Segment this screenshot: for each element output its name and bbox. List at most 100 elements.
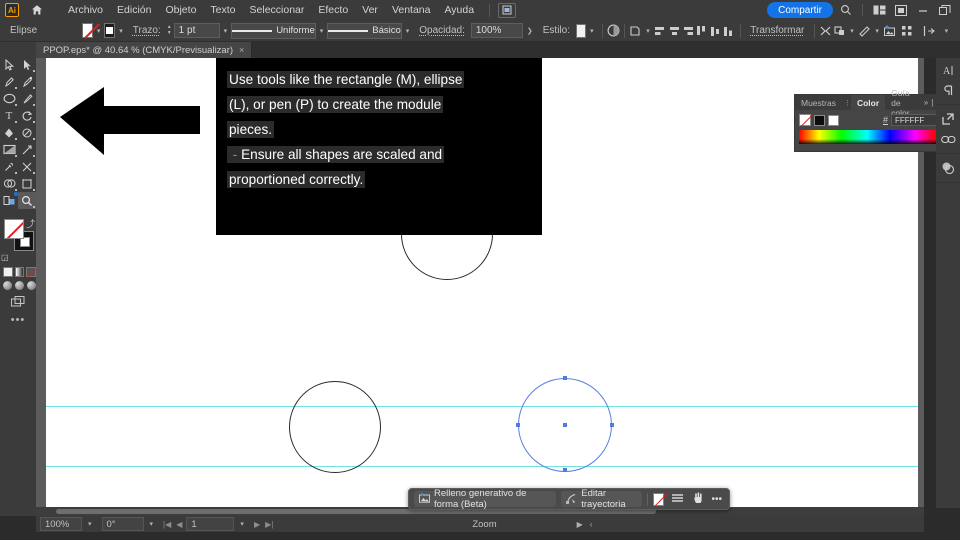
stroke-weight-caret-icon[interactable]: ▾ — [220, 27, 232, 35]
align-top-icon[interactable] — [695, 22, 709, 40]
edit-toolbar-icon[interactable]: ••• — [0, 307, 36, 326]
style-caret-icon[interactable]: ▾ — [586, 27, 598, 35]
swap-fill-stroke-icon[interactable]: ⤴ — [26, 217, 35, 230]
menu-edicion[interactable]: Edición — [110, 2, 158, 18]
align-center-horizontal-icon[interactable] — [667, 22, 681, 40]
character-panel-icon[interactable]: A — [936, 60, 960, 80]
blend-tool[interactable] — [18, 158, 36, 175]
search-icon[interactable] — [837, 2, 855, 18]
hand-icon[interactable] — [691, 491, 705, 507]
circle-right-selected[interactable] — [516, 376, 614, 472]
anchor-top[interactable] — [563, 376, 567, 380]
previous-artboard-icon[interactable]: ◀ — [176, 520, 182, 529]
stroke-weight-label[interactable]: Trazo: — [127, 25, 167, 36]
rotation-caret-icon[interactable]: ▾ — [144, 520, 160, 528]
close-icon[interactable]: × — [239, 45, 244, 55]
color-mode-gradient-icon[interactable] — [14, 267, 25, 277]
fill-swatch-none[interactable] — [4, 219, 24, 239]
pen-tool[interactable] — [0, 73, 18, 90]
make-mask-icon[interactable] — [858, 22, 872, 40]
opacity-label[interactable]: Opacidad: — [413, 25, 471, 36]
align-right-icon[interactable] — [681, 22, 695, 40]
menu-ver[interactable]: Ver — [355, 2, 385, 18]
more-options-icon[interactable]: ••• — [710, 494, 725, 505]
type-tool[interactable]: T — [0, 107, 18, 124]
links-panel-icon[interactable] — [936, 129, 960, 149]
fill-swatch-none-icon[interactable] — [652, 492, 664, 506]
asset-export-panel-icon[interactable] — [936, 109, 960, 129]
generative-fill-button[interactable]: Relleno generativo de forma (Beta) — [414, 488, 557, 510]
align-bottom-icon[interactable] — [722, 22, 736, 40]
menu-seleccionar[interactable]: Seleccionar — [243, 2, 312, 18]
tab-guia-de-color[interactable]: Guía de color — [885, 88, 924, 118]
artboard-number-field[interactable]: 1 — [186, 517, 235, 531]
direct-selection-tool[interactable] — [18, 56, 36, 73]
zoom-tool[interactable] — [18, 192, 36, 209]
default-fill-stroke-icon[interactable]: ◲ — [1, 253, 9, 262]
status-resize-grip[interactable]: ‹ — [590, 520, 593, 529]
zoom-level-field[interactable]: 100% — [40, 517, 82, 531]
gradient-tool[interactable] — [0, 124, 18, 141]
distribute-caret-icon[interactable]: ▾ — [941, 27, 953, 35]
mask-caret-icon[interactable]: ▾ — [871, 27, 883, 35]
generative-fill-icon[interactable] — [883, 22, 897, 40]
selection-tool[interactable] — [0, 56, 18, 73]
stroke-weight-field[interactable]: 1 pt — [173, 23, 220, 38]
distribute-spacing-icon[interactable] — [919, 22, 939, 40]
shape-builder-tool[interactable] — [0, 175, 18, 192]
isolate-caret-icon[interactable]: ▾ — [846, 27, 858, 35]
brush-definition-combo[interactable]: Básico — [327, 22, 402, 39]
scale-tool[interactable] — [18, 141, 36, 158]
document-tab[interactable]: PPOP.eps* @ 40.64 % (CMYK/Previsualizar)… — [36, 42, 253, 58]
color-swatch-black[interactable] — [814, 114, 825, 126]
stroke-dropdown-caret-icon[interactable]: ▾ — [115, 27, 127, 35]
fill-color-swatch[interactable] — [82, 23, 93, 38]
rectangle-tool[interactable] — [0, 141, 18, 158]
document-setup-icon[interactable] — [498, 2, 517, 18]
hex-input[interactable]: FFFFFF — [891, 114, 941, 126]
appearance-panel-icon[interactable] — [936, 158, 960, 178]
select-similar-icon[interactable] — [629, 22, 643, 40]
color-spectrum-ramp[interactable] — [799, 130, 941, 144]
workspace-switcher-icon[interactable] — [870, 2, 888, 18]
eyedropper-group-icon[interactable] — [18, 124, 36, 141]
last-artboard-icon[interactable]: ▶| — [265, 520, 273, 529]
artboard-tool[interactable] — [18, 175, 36, 192]
isolate-group-icon[interactable] — [833, 22, 847, 40]
brush-caret-icon[interactable]: ▾ — [402, 27, 414, 35]
opacity-flyout-icon[interactable]: ❯ — [523, 27, 537, 35]
curvature-tool[interactable] — [18, 73, 36, 90]
menu-efecto[interactable]: Efecto — [311, 2, 355, 18]
stroke-profile-caret-icon[interactable]: ▾ — [316, 27, 328, 35]
menu-archivo[interactable]: Archivo — [61, 2, 110, 18]
eyedropper-tool[interactable] — [0, 158, 18, 175]
restore-icon[interactable] — [936, 2, 954, 18]
align-center-vertical-icon[interactable] — [708, 22, 722, 40]
tab-muestras[interactable]: Muestras — [795, 95, 842, 110]
color-mode-none-icon[interactable] — [26, 267, 37, 277]
snap-to-grid-icon[interactable] — [897, 22, 917, 40]
select-similar-caret-icon[interactable]: ▾ — [642, 27, 654, 35]
panel-drag-handle[interactable]: ⋮ — [844, 99, 851, 107]
color-swatch-none[interactable] — [799, 114, 811, 126]
anchor-bottom[interactable] — [563, 468, 567, 472]
align-left-icon[interactable] — [654, 22, 668, 40]
color-swatch-white[interactable] — [828, 114, 839, 126]
tab-color[interactable]: Color — [850, 95, 886, 110]
stroke-lines-icon[interactable] — [669, 493, 686, 506]
transform-button[interactable]: Transformar — [744, 25, 810, 36]
stroke-weight-stepper[interactable]: ▲ ▼ — [167, 25, 172, 36]
play-icon[interactable]: ▶ — [577, 520, 583, 529]
graphic-style-swatch[interactable] — [575, 23, 587, 38]
anchor-right[interactable] — [610, 423, 614, 427]
anchor-left[interactable] — [516, 423, 520, 427]
collapse-panel-icon[interactable]: » — [924, 98, 928, 107]
artboard-caret-icon[interactable]: ▾ — [234, 520, 250, 528]
slice-tool[interactable] — [0, 192, 18, 209]
draw-inside-icon[interactable] — [27, 281, 36, 290]
shape-builder-icon[interactable] — [819, 22, 833, 40]
menu-ventana[interactable]: Ventana — [385, 2, 438, 18]
rotate-tool[interactable] — [18, 107, 36, 124]
draw-behind-icon[interactable] — [15, 281, 24, 290]
screen-mode-icon[interactable] — [0, 290, 36, 307]
